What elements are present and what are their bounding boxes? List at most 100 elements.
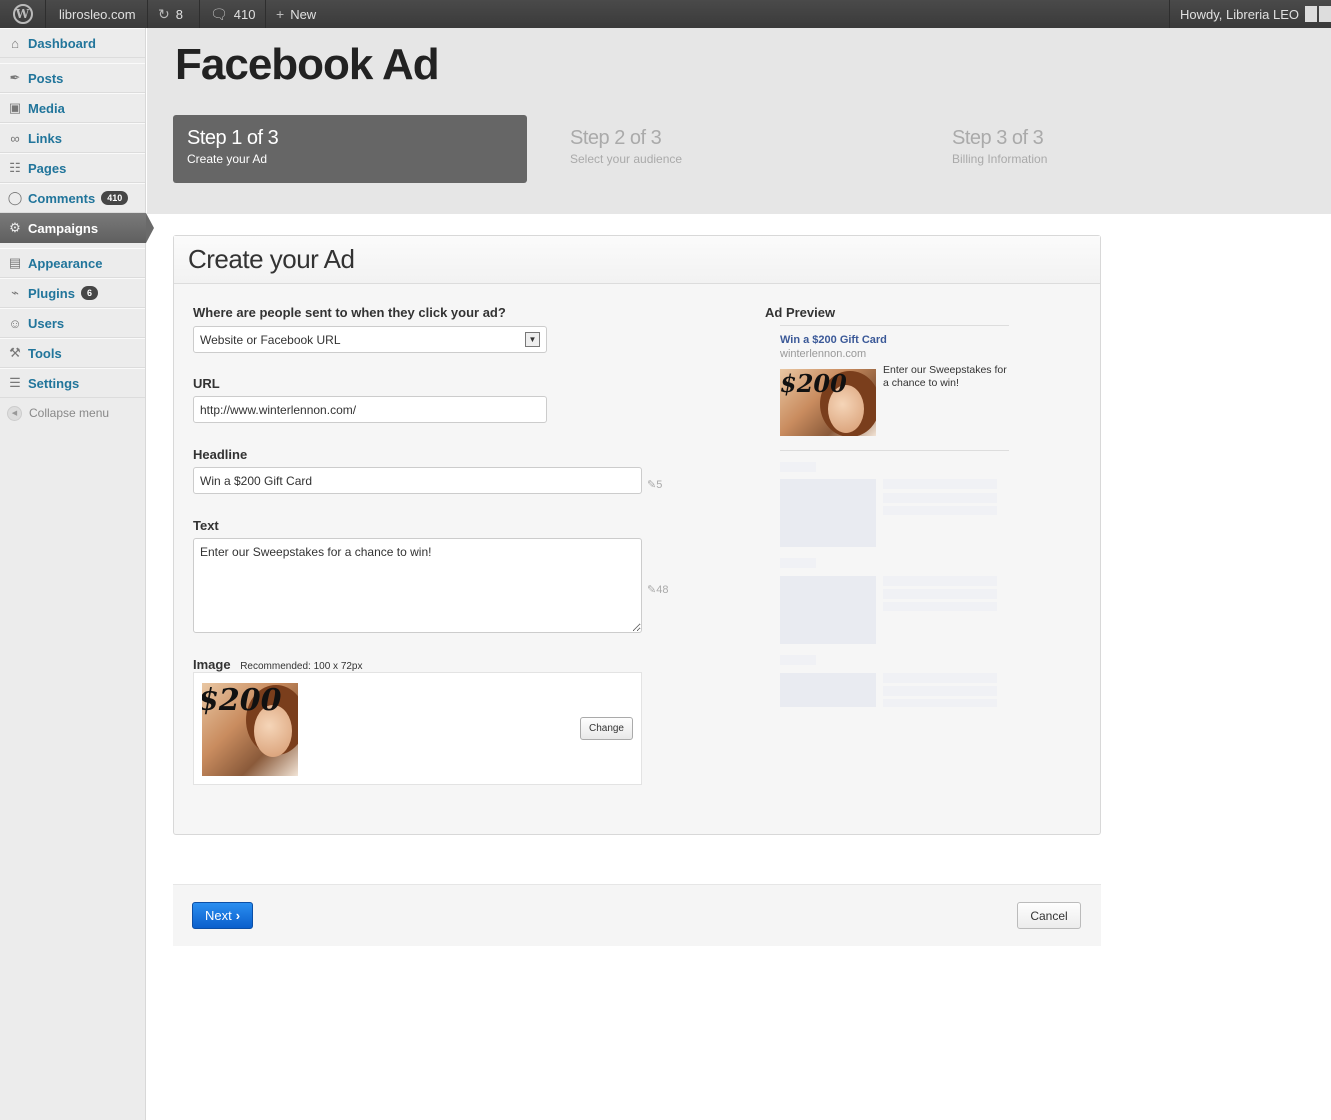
sidebar-item-label: Campaigns bbox=[28, 220, 99, 236]
step-subtitle: Billing Information bbox=[952, 152, 1048, 166]
create-ad-panel: Create your Ad Where are people sent to … bbox=[173, 235, 1101, 835]
sidebar-item-label: Settings bbox=[28, 375, 80, 391]
avatar bbox=[1305, 6, 1317, 22]
comments-link[interactable]: 🗨︎ 410 bbox=[200, 0, 266, 28]
plug-icon: ⌁ bbox=[11, 285, 19, 300]
headline-char-count: ✎5 bbox=[647, 478, 662, 491]
sidebar-item-label: Dashboard bbox=[28, 35, 96, 51]
comments-badge: 410 bbox=[101, 191, 129, 205]
preview-domain: winterlennon.com bbox=[780, 348, 867, 360]
collapse-menu-button[interactable]: ◀ Collapse menu bbox=[0, 398, 145, 428]
admin-bar: W librosleo.com ↻ 8 🗨︎ 410 + New Howdy, … bbox=[0, 0, 1331, 28]
step-title: Step 3 of 3 bbox=[952, 127, 1044, 149]
preview-image: $200 bbox=[780, 369, 876, 436]
destination-label: Where are people sent to when they click… bbox=[193, 305, 506, 320]
ad-preview-title: Ad Preview bbox=[765, 305, 836, 320]
sidebar-item-comments[interactable]: ◯ Comments 410 bbox=[0, 183, 145, 213]
headline-input[interactable] bbox=[193, 467, 642, 494]
sidebar-item-settings[interactable]: ☰ Settings bbox=[0, 368, 145, 398]
step-title: Step 1 of 3 bbox=[187, 127, 279, 149]
wordpress-logo-icon[interactable]: W bbox=[0, 0, 46, 28]
sidebar-item-plugins[interactable]: ⌁ Plugins 6 bbox=[0, 278, 145, 308]
link-icon: ∞ bbox=[10, 130, 20, 146]
step-3: Step 3 of 3 Billing Information bbox=[938, 115, 1061, 183]
next-button[interactable]: Next › bbox=[192, 902, 253, 929]
sidebar-item-links[interactable]: ∞ Links bbox=[0, 123, 145, 153]
step-subtitle: Create your Ad bbox=[187, 152, 268, 166]
preview-divider bbox=[780, 325, 1009, 326]
gear-icon: ⚙ bbox=[9, 220, 21, 235]
placeholder-ad-line bbox=[883, 479, 997, 489]
comments-count: 410 bbox=[233, 6, 256, 22]
sidebar-item-dashboard[interactable]: ⌂ Dashboard bbox=[0, 28, 145, 58]
placeholder-ad-label bbox=[780, 655, 816, 665]
sidebar-item-label: Pages bbox=[28, 160, 67, 176]
appearance-icon: ▤ bbox=[8, 255, 22, 270]
account-menu[interactable]: Howdy, Libreria LEO bbox=[1169, 0, 1331, 28]
sidebar-item-pages[interactable]: ☷ Pages bbox=[0, 153, 145, 183]
sidebar-item-campaigns[interactable]: ⚙ Campaigns bbox=[0, 213, 154, 243]
wizard-footer: Next › Cancel bbox=[173, 884, 1101, 946]
sidebar-item-media[interactable]: ▣ Media bbox=[0, 93, 145, 123]
preview-price-text: $200 bbox=[780, 369, 847, 398]
destination-select[interactable]: Website or Facebook URL ▼ bbox=[193, 326, 547, 353]
placeholder-ad-line bbox=[883, 686, 997, 696]
settings-icon: ☰ bbox=[9, 375, 21, 390]
destination-select-value: Website or Facebook URL bbox=[200, 332, 341, 347]
panel-header: Create your Ad bbox=[174, 236, 1100, 284]
sidebar-item-posts[interactable]: ✒ Posts bbox=[0, 63, 145, 93]
sidebar-item-label: Users bbox=[28, 315, 65, 331]
new-label: New bbox=[290, 6, 317, 22]
page-title: Facebook Ad bbox=[175, 40, 440, 89]
url-input[interactable] bbox=[193, 396, 547, 423]
updates-count: 8 bbox=[175, 6, 183, 22]
refresh-icon: ↻ bbox=[158, 5, 170, 22]
placeholder-ad-label bbox=[780, 558, 816, 568]
placeholder-ad-line bbox=[883, 673, 997, 683]
sidebar-item-tools[interactable]: ⚒ Tools bbox=[0, 338, 145, 368]
text-textarea[interactable]: Enter our Sweepstakes for a chance to wi… bbox=[193, 538, 642, 633]
text-char-count: ✎48 bbox=[647, 583, 668, 596]
placeholder-ad-line bbox=[883, 506, 997, 515]
change-image-button[interactable]: Change bbox=[579, 717, 633, 740]
howdy-text: Howdy, Libreria LEO bbox=[1180, 6, 1299, 22]
next-label: Next bbox=[204, 908, 232, 923]
tools-icon: ⚒ bbox=[9, 345, 21, 360]
chevron-down-icon: ▼ bbox=[525, 332, 540, 347]
sidebar-item-users[interactable]: ☺ Users bbox=[0, 308, 145, 338]
headline-label: Headline bbox=[193, 447, 248, 462]
pages-icon: ☷ bbox=[9, 160, 21, 175]
cancel-button[interactable]: Cancel bbox=[1017, 902, 1081, 929]
placeholder-ad-line bbox=[883, 576, 997, 586]
placeholder-ad-label bbox=[780, 462, 816, 472]
thumbnail-price-text: $200 bbox=[202, 683, 282, 718]
updates-link[interactable]: ↻ 8 bbox=[148, 0, 200, 28]
new-content-link[interactable]: + New bbox=[266, 0, 336, 28]
users-icon: ☺ bbox=[8, 315, 22, 331]
sidebar-item-appearance[interactable]: ▤ Appearance bbox=[0, 248, 145, 278]
preview-body: Enter our Sweepstakes for a chance to wi… bbox=[883, 364, 1007, 389]
home-icon: ⌂ bbox=[11, 35, 19, 51]
site-name-link[interactable]: librosleo.com bbox=[46, 0, 148, 28]
image-label-row: Image Recommended: 100 x 72px bbox=[193, 657, 363, 672]
comment-icon: ◯ bbox=[7, 190, 23, 205]
step-1: Step 1 of 3 Create your Ad bbox=[173, 115, 527, 183]
preview-headline[interactable]: Win a $200 Gift Card bbox=[780, 334, 887, 346]
ad-image-thumbnail: $200 bbox=[202, 683, 298, 776]
step-2: Step 2 of 3 Select your audience bbox=[556, 115, 696, 183]
pencil-icon: ✎ bbox=[647, 479, 657, 491]
sidebar-item-label: Tools bbox=[28, 345, 62, 361]
pin-icon: ✒ bbox=[9, 70, 21, 85]
sidebar-item-label: Comments bbox=[28, 190, 96, 206]
sidebar-item-label: Links bbox=[28, 130, 62, 146]
sidebar-item-label: Plugins bbox=[28, 285, 75, 301]
sidebar-item-label: Posts bbox=[28, 70, 64, 86]
image-upload-box: $200 Change bbox=[193, 672, 642, 785]
placeholder-ad-line bbox=[883, 493, 997, 503]
admin-sidebar: ⌂ Dashboard ✒ Posts ▣ Media ∞ Links ☷ Pa… bbox=[0, 28, 154, 1120]
image-label: Image bbox=[193, 657, 231, 672]
sidebar-item-label: Appearance bbox=[28, 255, 103, 271]
media-icon: ▣ bbox=[8, 100, 22, 115]
chevron-right-icon: › bbox=[235, 908, 241, 923]
placeholder-ad-line bbox=[883, 602, 997, 611]
